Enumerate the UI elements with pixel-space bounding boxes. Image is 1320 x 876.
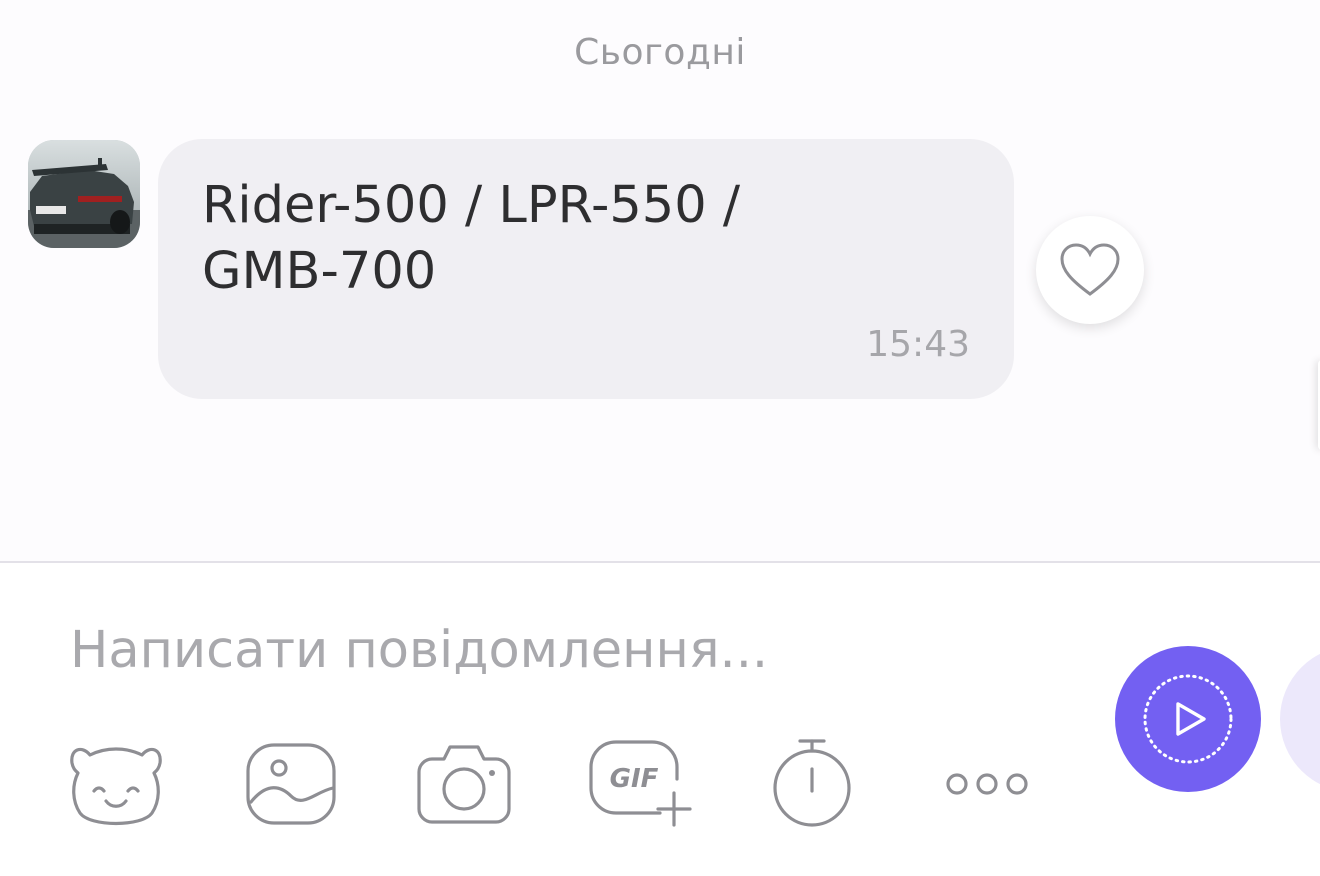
camera-icon[interactable] <box>416 737 512 827</box>
chat-screen: Сьогодні Rider-500 / LPR-550 / GMB-700 1… <box>0 0 1320 876</box>
svg-text:GIF: GIF <box>610 764 659 794</box>
gif-plus-icon[interactable]: GIF <box>588 739 692 827</box>
composer: GIF <box>0 563 1320 876</box>
secondary-action-button[interactable] <box>1280 646 1320 792</box>
message-input[interactable] <box>70 615 1070 685</box>
video-message-icon <box>1143 674 1233 764</box>
more-dots-icon[interactable] <box>944 767 1030 801</box>
sports-car-avatar-image <box>28 140 140 248</box>
date-divider: Сьогодні <box>574 32 746 73</box>
sticker-bear-icon[interactable] <box>68 737 164 833</box>
message-text: Rider-500 / LPR-550 / GMB-700 <box>202 176 741 301</box>
sender-avatar[interactable] <box>28 140 140 248</box>
message-bubble[interactable]: Rider-500 / LPR-550 / GMB-700 15:43 <box>158 139 1014 399</box>
like-button[interactable] <box>1036 216 1144 324</box>
timer-icon[interactable] <box>770 737 854 827</box>
gallery-icon[interactable] <box>244 739 338 829</box>
message-time: 15:43 <box>866 324 970 365</box>
heart-icon <box>1060 243 1120 296</box>
video-message-button[interactable] <box>1115 646 1261 792</box>
